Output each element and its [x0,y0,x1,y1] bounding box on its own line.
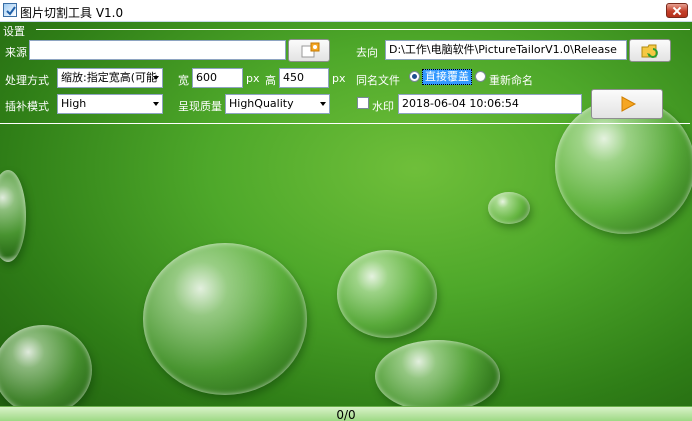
height-label: 高 [265,74,276,87]
mode-select[interactable]: 缩放:指定宽高(可能 [57,68,163,88]
water-drop [337,250,437,338]
browse-dest-button[interactable] [629,39,671,62]
width-unit: px [246,72,260,85]
quality-select[interactable]: HighQuality [225,94,330,114]
browse-source-button[interactable] [288,39,330,62]
browse-source-icon [301,42,320,58]
overwrite-radio[interactable] [409,71,420,82]
chevron-down-icon [153,76,159,80]
quality-label: 呈现质量 [178,100,222,113]
status-bar: 0/0 [0,406,692,421]
window-title: 图片切割工具 V1.0 [20,6,124,20]
water-drop [143,243,307,395]
settings-bottom-divider [0,123,690,124]
interp-select[interactable]: High [57,94,163,114]
water-drop [0,325,92,415]
dest-label: 去向 [356,46,378,59]
quality-select-value: HighQuality [229,97,294,110]
interp-label: 插补模式 [5,100,49,113]
mode-select-value: 缩放:指定宽高(可能 [61,71,157,84]
watermark-label: 水印 [372,100,394,113]
run-button[interactable] [591,89,663,119]
settings-divider [36,29,690,30]
title-bar: 图片切割工具 V1.0 [0,0,692,22]
run-icon [621,96,637,112]
app-icon [3,3,17,17]
chevron-down-icon [320,102,326,106]
source-input[interactable] [29,40,286,60]
watermark-input[interactable]: 2018-06-04 10:06:54 [398,94,582,114]
height-unit: px [332,72,346,85]
chevron-down-icon [153,102,159,106]
mode-label: 处理方式 [5,74,49,87]
overwrite-label[interactable]: 直接覆盖 [422,69,472,85]
water-drop [375,340,500,412]
same-name-label: 同名文件 [356,74,400,87]
browse-dest-icon [641,44,658,58]
height-input[interactable]: 450 [279,68,329,88]
dest-input[interactable]: D:\工作\电脑软件\PictureTailorV1.0\Release [385,40,627,60]
interp-select-value: High [61,97,87,110]
water-drop [0,170,26,262]
rename-label[interactable]: 重新命名 [489,72,533,88]
app-window: 图片切割工具 V1.0 设置 来源 去向 D:\工作\电脑软件\PictureT… [0,0,692,421]
rename-radio[interactable] [475,71,486,82]
source-label: 来源 [5,46,27,59]
water-drop [488,192,530,224]
width-label: 宽 [178,74,189,87]
settings-group-label: 设置 [3,25,25,38]
watermark-checkbox[interactable] [357,97,369,109]
close-icon[interactable] [666,3,688,18]
width-input[interactable]: 600 [192,68,243,88]
progress-text: 0/0 [336,408,356,421]
